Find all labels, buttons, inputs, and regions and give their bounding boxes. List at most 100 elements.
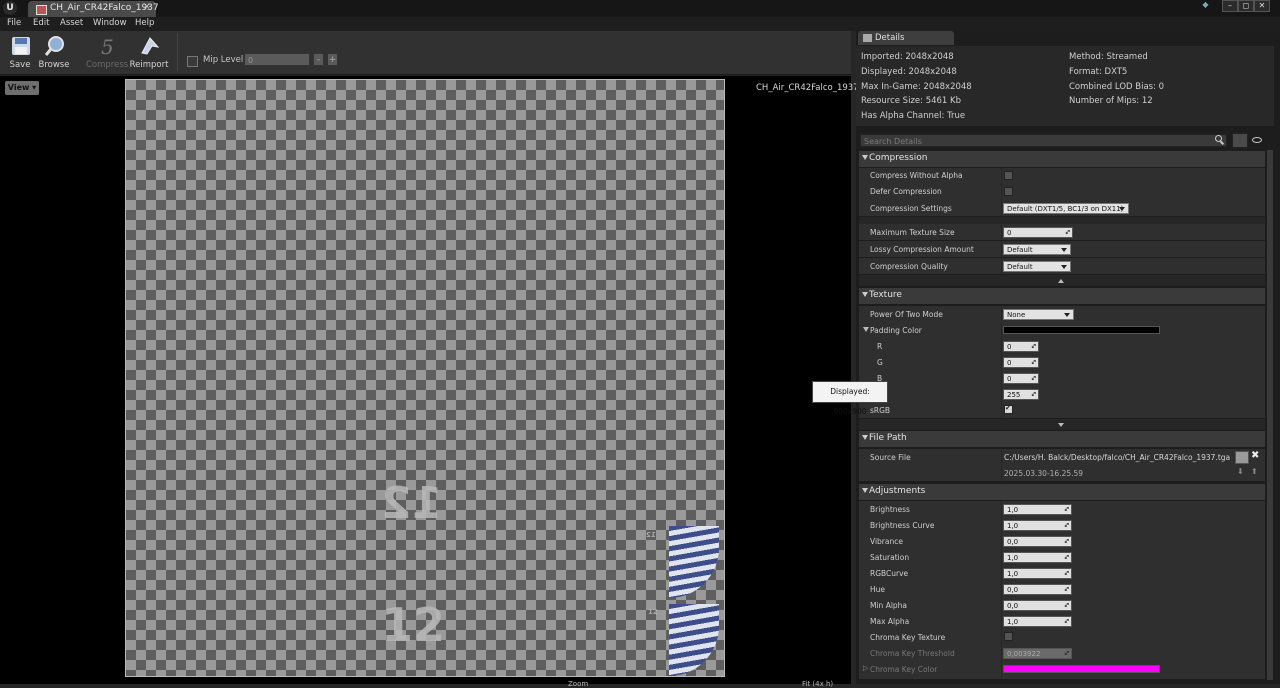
menu-file[interactable]: File: [7, 18, 21, 28]
menu-asset[interactable]: Asset: [60, 18, 83, 28]
row-brightness: Brightness 1,0: [859, 501, 1265, 517]
info-format: Format: DXT5: [1069, 67, 1128, 77]
checkbox-chroma-key-texture[interactable]: [1004, 632, 1013, 641]
chroma-key-color-swatch[interactable]: [1003, 665, 1160, 673]
clear-file-icon[interactable]: ✖: [1251, 450, 1259, 461]
padding-g-field[interactable]: 0: [1003, 357, 1039, 368]
info-imported: Imported: 2048x2048: [861, 52, 954, 62]
fuselage-number: 12: [381, 598, 446, 652]
menu-edit[interactable]: Edit: [33, 18, 49, 28]
expand-arrow-icon[interactable]: [863, 327, 869, 332]
label-defer-compression: Defer Compression: [870, 187, 942, 196]
reimport-button[interactable]: Reimport: [129, 33, 169, 73]
padding-color-swatch[interactable]: [1003, 326, 1160, 334]
striped-rudder-top: [669, 526, 719, 598]
label-padding-g: G: [877, 358, 883, 367]
padding-b-field[interactable]: 0: [1003, 373, 1039, 384]
compression-settings-dropdown[interactable]: Default (DXT1/5, BC1/3 on DX11): [1003, 203, 1129, 214]
save-icon: [12, 37, 30, 55]
restore-button[interactable]: ◻: [1238, 0, 1254, 12]
details-scrollbar-thumb[interactable]: [1267, 150, 1273, 680]
vibrance-field[interactable]: 0,0: [1003, 536, 1072, 547]
label-vibrance: Vibrance: [870, 537, 903, 546]
expand-advanced-icon[interactable]: [1058, 423, 1064, 427]
row-padding-g: G 0: [859, 354, 1265, 370]
menu-window[interactable]: Window: [93, 18, 127, 28]
power-of-two-dropdown[interactable]: None: [1003, 309, 1074, 320]
mip-level-label: Mip Level:: [203, 55, 247, 65]
row-chroma-key-color: ▷ Chroma Key Color: [859, 661, 1265, 679]
source-file-timestamp: 2025.03.30-16.25.59: [1004, 469, 1084, 478]
minimize-button[interactable]: –: [1222, 0, 1238, 12]
row-min-alpha: Min Alpha 0,0: [859, 597, 1265, 613]
expand-arrow-icon: [862, 155, 868, 160]
hue-field[interactable]: 0,0: [1003, 584, 1072, 595]
max-alpha-field[interactable]: 1,0: [1003, 616, 1072, 627]
document-tab[interactable]: CH_Air_CR42Falco_1937 ×: [28, 1, 159, 17]
compression-quality-dropdown[interactable]: Default: [1003, 261, 1071, 272]
browse-label: Browse: [38, 60, 70, 70]
lossy-compression-dropdown[interactable]: Default: [1003, 244, 1071, 255]
view-menu-button[interactable]: View ▾: [5, 81, 39, 95]
eye-icon[interactable]: [1252, 137, 1262, 143]
fit-status: Fit (4x h): [802, 680, 834, 688]
expand-arrow-icon[interactable]: ▷: [863, 664, 868, 672]
expand-arrow-icon: [862, 488, 868, 493]
rgb-curve-field[interactable]: 1,0: [1003, 568, 1072, 579]
info-method: Method: Streamed: [1069, 52, 1148, 62]
label-lossy-compression: Lossy Compression Amount: [870, 245, 974, 254]
row-compression-quality: Compression Quality Default: [859, 258, 1265, 274]
property-matrix-button[interactable]: [1232, 133, 1248, 148]
category-compression-label: Compression: [869, 153, 928, 163]
row-chroma-key-texture: Chroma Key Texture: [859, 629, 1265, 645]
mip-level-checkbox[interactable]: [187, 56, 198, 67]
tab-close-icon[interactable]: ×: [143, 2, 151, 12]
collapse-advanced-icon[interactable]: [1058, 279, 1064, 283]
browse-button[interactable]: Browse: [34, 33, 74, 73]
compress-icon: 5: [101, 35, 114, 57]
padding-a-field[interactable]: 255: [1003, 389, 1039, 400]
details-tab[interactable]: Details: [858, 31, 954, 45]
brightness-field[interactable]: 1,0: [1003, 504, 1072, 515]
category-texture[interactable]: Texture: [859, 288, 1265, 304]
feedback-icon[interactable]: ◆: [1199, 0, 1212, 10]
menu-help[interactable]: Help: [135, 18, 154, 28]
category-file-path[interactable]: File Path: [859, 431, 1265, 447]
move-down-icon[interactable]: ⬇: [1237, 467, 1244, 476]
search-details-input[interactable]: Search Details: [860, 134, 1227, 147]
checkbox-srgb[interactable]: [1004, 404, 1013, 414]
brightness-curve-field[interactable]: 1,0: [1003, 520, 1072, 531]
compress-button[interactable]: 5 Compress: [86, 33, 129, 73]
row-compress-without-alpha: Compress Without Alpha: [859, 168, 1265, 184]
row-padding-r: R 0: [859, 338, 1265, 354]
mip-level-input[interactable]: 0: [244, 53, 310, 66]
min-alpha-field[interactable]: 0,0: [1003, 600, 1072, 611]
info-num-mips: Number of Mips: 12: [1069, 96, 1153, 106]
saturation-field[interactable]: 1,0: [1003, 552, 1072, 563]
unreal-logo-icon: U: [3, 1, 17, 15]
browse-file-button[interactable]: [1235, 451, 1249, 464]
tail-label-small-2: 12: [648, 608, 658, 616]
close-window-button[interactable]: ✕: [1254, 0, 1270, 12]
category-compression[interactable]: Compression: [859, 151, 1265, 167]
row-chroma-key-threshold: Chroma Key Threshold 0,003922: [859, 645, 1265, 661]
checkbox-compress-without-alpha[interactable]: [1004, 171, 1013, 180]
info-displayed: Displayed: 2048x2048: [861, 67, 957, 77]
row-padding-color: Padding Color: [859, 322, 1265, 338]
mip-increase-button[interactable]: +: [327, 53, 338, 66]
row-brightness-curve: Brightness Curve 1,0: [859, 517, 1265, 533]
move-up-icon[interactable]: ⬆: [1251, 467, 1258, 476]
label-min-alpha: Min Alpha: [870, 601, 908, 610]
max-texture-size-field[interactable]: 0: [1003, 227, 1073, 238]
label-chroma-key-texture: Chroma Key Texture: [870, 633, 946, 642]
mip-decrease-button[interactable]: -: [313, 53, 324, 66]
compress-label: Compress: [86, 60, 129, 70]
category-adjustments[interactable]: Adjustments: [859, 484, 1265, 500]
label-power-of-two: Power Of Two Mode: [870, 310, 943, 319]
row-max-texture-size: Maximum Texture Size 0: [859, 224, 1265, 240]
label-compression-settings: Compression Settings: [870, 204, 952, 213]
chroma-key-threshold-field: 0,003922: [1003, 648, 1072, 659]
category-texture-label: Texture: [869, 290, 902, 300]
padding-r-field[interactable]: 0: [1003, 341, 1039, 352]
checkbox-defer-compression[interactable]: [1004, 187, 1013, 196]
